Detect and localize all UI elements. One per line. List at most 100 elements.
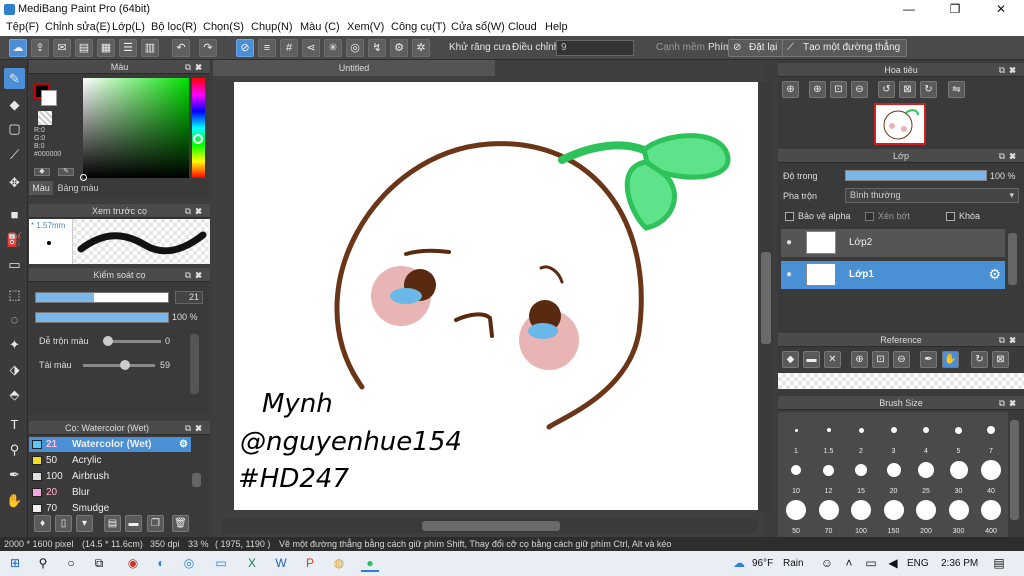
cortana-icon[interactable]: ○	[62, 555, 80, 572]
gradient-tool-icon[interactable]: ▭	[4, 254, 25, 275]
tab-palette[interactable]: Bảng màu	[55, 181, 101, 195]
mix-slider-handle[interactable]	[103, 336, 113, 346]
vertical-scroll-thumb[interactable]	[761, 252, 771, 344]
menu-view[interactable]: Xem(V)	[347, 21, 384, 33]
protect-alpha-checkbox[interactable]	[785, 212, 794, 221]
word-icon[interactable]: W	[272, 555, 290, 572]
brush-size-option[interactable]: 4	[910, 414, 942, 456]
brush-size-option[interactable]: 1.5	[813, 414, 845, 456]
store-icon[interactable]: ◎	[180, 555, 198, 572]
panel-window-icon[interactable]: ⧉✖	[185, 60, 206, 74]
blend-mode-select[interactable]: Bình thường ▾	[845, 188, 1019, 203]
navigator-thumbnail[interactable]	[874, 103, 926, 145]
page-icon[interactable]: ▤	[75, 39, 93, 57]
mix-slider[interactable]	[103, 336, 161, 346]
comment-icon[interactable]: ✉	[53, 39, 71, 57]
clipping-checkbox[interactable]	[865, 212, 874, 221]
vanish-snap-icon[interactable]: ⋖	[302, 39, 320, 57]
brush-size-option[interactable]: 100	[845, 494, 877, 536]
eyedropper-tool-icon[interactable]: ✒	[4, 464, 25, 485]
menu-tools[interactable]: Công cụ(T)	[391, 21, 446, 33]
excel-icon[interactable]: X	[243, 555, 261, 572]
layer-row[interactable]: ● Lớp2	[781, 229, 1005, 257]
undo-icon[interactable]: ↶	[172, 39, 190, 57]
layer-scrollbar[interactable]	[1008, 233, 1017, 285]
brush-size-option[interactable]: 5	[943, 414, 975, 456]
brush-folder-icon[interactable]: ▬	[125, 515, 142, 532]
brush-list-scrollbar[interactable]	[192, 473, 201, 487]
amount-slider[interactable]	[83, 360, 155, 370]
menu-window[interactable]: Cửa sổ(W)	[451, 21, 505, 33]
brush-size-option[interactable]: 30	[943, 454, 975, 496]
powerpoint-icon[interactable]: P	[301, 555, 319, 572]
hand-tool-icon[interactable]: ✋	[4, 490, 25, 511]
menu-edit[interactable]: Chỉnh sửa(E)	[45, 21, 110, 33]
brush-size-option[interactable]: 7	[975, 414, 1007, 456]
maximize-button[interactable]: ❐	[932, 0, 978, 19]
panel-icon[interactable]: ▦	[97, 39, 115, 57]
search-icon[interactable]: ⚲	[34, 555, 52, 572]
reference-rotate-icon[interactable]: ↻	[971, 351, 988, 368]
menu-filter[interactable]: Bộ lọc(R)	[151, 21, 197, 33]
brush-size-option[interactable]: 200	[910, 494, 942, 536]
layer-opacity-slider[interactable]	[845, 170, 987, 181]
color-eyedrop-icon[interactable]: ✎	[58, 168, 74, 176]
reference-view[interactable]	[778, 373, 1024, 389]
chevron-up-icon[interactable]: ˄	[840, 555, 858, 572]
brush-size-value[interactable]: 21	[175, 291, 203, 304]
brush-list-item[interactable]: 21 Watercolor (Wet) ⚙	[29, 437, 191, 452]
brush-size-option[interactable]: 300	[943, 494, 975, 536]
brush-size-slider[interactable]	[35, 292, 169, 303]
color-picker-cursor[interactable]	[80, 174, 87, 181]
brush-list-item[interactable]: 100 Airbrush	[29, 469, 191, 484]
background-color-swatch[interactable]	[41, 90, 57, 106]
reference-fit-icon[interactable]: ⊡	[872, 351, 889, 368]
notifications-icon[interactable]: ▤	[990, 555, 1008, 572]
create-line-button[interactable]: ⟋ Tạo một đường thẳng	[782, 39, 908, 57]
medibang-icon[interactable]: ●	[361, 555, 379, 572]
panel-window-icon[interactable]: ⧉✖	[185, 421, 206, 435]
transparent-color-swatch[interactable]	[38, 111, 52, 125]
parallel-snap-icon[interactable]: ≡	[258, 39, 276, 57]
brush-properties-icon[interactable]: ▤	[104, 515, 121, 532]
task-view-icon[interactable]: ⧉	[90, 555, 108, 572]
menu-layer[interactable]: Lớp(L)	[112, 21, 145, 33]
weather-temp[interactable]: 96°F	[752, 558, 773, 569]
eraser-tool-icon[interactable]: ◆	[4, 94, 25, 115]
panel-window-icon[interactable]: ⧉✖	[185, 204, 206, 218]
snap-off-icon[interactable]: ⊘	[236, 39, 254, 57]
panel-window-icon[interactable]: ⧉✖	[999, 333, 1020, 347]
tab-color[interactable]: Màu	[29, 181, 53, 195]
adjust-select[interactable]: 9	[556, 40, 634, 56]
rotate-left-icon[interactable]: ↺	[878, 81, 895, 98]
snap-settings-icon[interactable]: ⚙	[390, 39, 408, 57]
chrome-icon[interactable]: ◍	[330, 555, 348, 572]
reference-hand-icon[interactable]: ✋	[942, 351, 959, 368]
color-history-icon[interactable]: ◆	[34, 168, 50, 176]
radial-snap-icon[interactable]: ✳	[324, 39, 342, 57]
reference-load-icon[interactable]: ◆	[782, 351, 799, 368]
brush-size-option[interactable]: 2	[845, 414, 877, 456]
weather-text[interactable]: Rain	[783, 558, 804, 569]
eye-icon[interactable]: ●	[786, 237, 792, 248]
people-icon[interactable]: ☺	[818, 555, 836, 572]
brush-size-option[interactable]: 40	[975, 454, 1007, 496]
app-icon-1[interactable]: ◉	[124, 555, 142, 572]
menu-cloud[interactable]: Cloud	[508, 21, 537, 33]
dot-tool-icon[interactable]: ⟋	[4, 144, 25, 165]
edge-icon[interactable]: ◐	[152, 555, 170, 572]
grid-icon[interactable]: ▥	[141, 39, 159, 57]
text-tool-icon[interactable]: T	[4, 414, 25, 435]
rect-tool-icon[interactable]: ▢	[4, 118, 25, 139]
horizontal-scroll-thumb[interactable]	[422, 521, 560, 531]
brush-tool-icon[interactable]: ✎	[4, 68, 25, 89]
panel-window-icon[interactable]: ⧉✖	[185, 268, 206, 282]
menu-select[interactable]: Chọn(S)	[203, 21, 244, 33]
network-icon[interactable]: ▭	[862, 555, 880, 572]
reference-zoom-out-icon[interactable]: ⊖	[893, 351, 910, 368]
layer-settings-gear-icon[interactable]: ⚙	[988, 266, 1001, 283]
reference-zoom-in-icon[interactable]: ⊕	[851, 351, 868, 368]
fill-rect-tool-icon[interactable]: ■	[4, 204, 25, 225]
brush-settings-gear-icon[interactable]: ⚙	[179, 437, 188, 452]
minimize-button[interactable]: —	[886, 0, 932, 19]
